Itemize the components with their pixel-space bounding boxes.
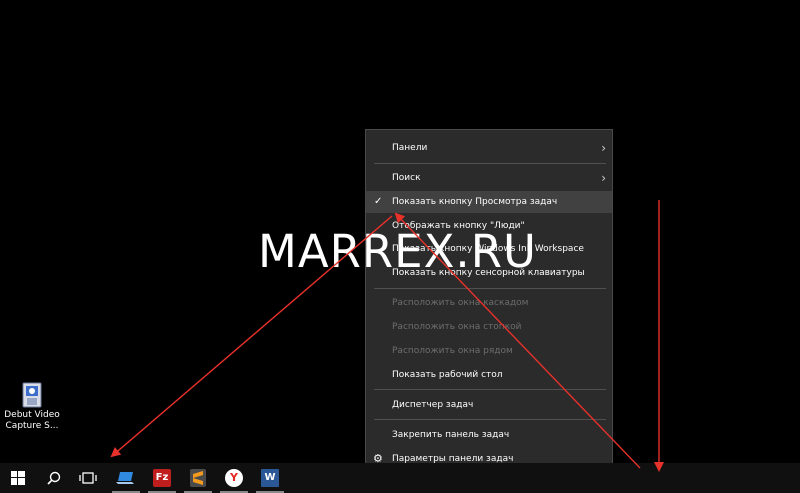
watermark-text: MARREX.RU	[258, 225, 537, 278]
menu-item-label: Показать кнопку Просмотра задач	[392, 197, 558, 207]
menu-item-cascade: Расположить окна каскадом	[366, 292, 612, 314]
filezilla-icon-text: Fz	[155, 472, 169, 483]
taskbar-app-word[interactable]: W	[252, 463, 288, 493]
menu-item-label: Показать рабочий стол	[392, 370, 503, 380]
menu-item-label: Диспетчер задач	[392, 400, 474, 410]
start-button[interactable]	[0, 463, 36, 493]
task-view-button[interactable]	[70, 463, 106, 493]
menu-item-label: Расположить окна рядом	[392, 346, 513, 356]
search-icon	[47, 471, 61, 485]
chevron-right-icon: ›	[601, 171, 606, 185]
task-view-icon	[79, 472, 97, 484]
menu-separator	[374, 419, 606, 420]
menu-separator	[374, 163, 606, 164]
desktop-icon-label-line2: Capture S...	[5, 421, 59, 431]
menu-item-label: Закрепить панель задач	[392, 430, 510, 440]
menu-item-search[interactable]: Поиск ›	[366, 167, 612, 189]
word-icon-text: W	[264, 472, 276, 483]
yandex-icon-text: Y	[230, 471, 238, 484]
menu-item-label: Расположить окна стопкой	[392, 322, 522, 332]
taskbar-app-sublime[interactable]	[180, 463, 216, 493]
checkmark-icon: ✓	[374, 196, 383, 207]
chevron-right-icon: ›	[601, 141, 606, 155]
search-button[interactable]	[36, 463, 72, 493]
menu-item-label: Расположить окна каскадом	[392, 298, 529, 308]
taskbar-app-filezilla[interactable]: Fz	[144, 463, 180, 493]
menu-item-show-task-view[interactable]: ✓ Показать кнопку Просмотра задач	[366, 191, 612, 213]
menu-item-side-by-side: Расположить окна рядом	[366, 340, 612, 362]
debut-video-capture-icon	[21, 382, 43, 408]
laptop-icon	[116, 472, 134, 484]
menu-item-lock-taskbar[interactable]: Закрепить панель задач	[366, 424, 612, 446]
taskbar[interactable]: Fz Y W	[0, 463, 800, 493]
menu-item-label: Поиск	[392, 173, 421, 183]
taskbar-app-laptop[interactable]	[108, 463, 144, 493]
desktop-shortcut-debut[interactable]: Debut Video Capture S...	[2, 382, 62, 432]
yandex-browser-icon: Y	[225, 469, 243, 487]
filezilla-icon: Fz	[153, 469, 171, 487]
desktop-icon-label-line1: Debut Video	[4, 410, 60, 420]
menu-item-show-desktop[interactable]: Показать рабочий стол	[366, 364, 612, 386]
word-icon: W	[261, 469, 279, 487]
taskbar-context-menu: Панели › Поиск › ✓ Показать кнопку Просм…	[365, 129, 613, 476]
menu-separator	[374, 389, 606, 390]
taskbar-app-yandex[interactable]: Y	[216, 463, 252, 493]
menu-item-stack: Расположить окна стопкой	[366, 316, 612, 338]
sublime-text-icon	[190, 469, 206, 487]
windows-logo-icon	[11, 471, 25, 485]
menu-item-panels[interactable]: Панели ›	[366, 137, 612, 159]
menu-item-task-manager[interactable]: Диспетчер задач	[366, 394, 612, 416]
menu-separator	[374, 288, 606, 289]
menu-item-label: Панели	[392, 143, 428, 153]
